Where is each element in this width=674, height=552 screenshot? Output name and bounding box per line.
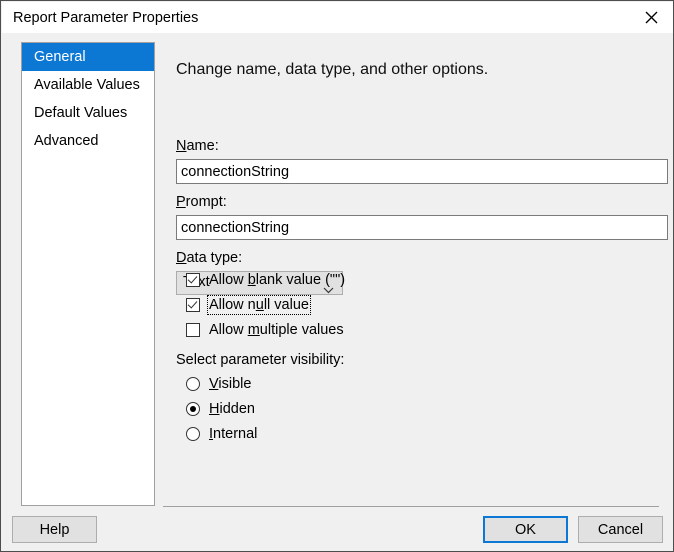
visibility-visible-label: Visible [209, 376, 252, 392]
ok-button[interactable]: OK [483, 516, 568, 543]
radio-box [186, 377, 200, 391]
radio-box [186, 427, 200, 441]
visibility-internal-label: Internal [209, 426, 258, 442]
help-button[interactable]: Help [12, 516, 97, 543]
close-icon[interactable] [629, 2, 673, 33]
visibility-radio-visible[interactable]: Visible [186, 376, 251, 392]
allow-blank-value-checkbox[interactable]: Allow blank value ("") [186, 272, 345, 288]
prompt-input[interactable] [176, 215, 668, 240]
visibility-radio-internal[interactable]: Internal [186, 426, 257, 442]
prompt-label: Prompt: [176, 194, 227, 210]
data-type-label: Data type: [176, 250, 243, 266]
allow-null-value-checkbox[interactable]: Allow null value [186, 295, 311, 315]
allow-multiple-values-checkbox[interactable]: Allow multiple values [186, 322, 344, 338]
sidebar-item-general[interactable]: General [22, 43, 154, 71]
visibility-radio-hidden[interactable]: Hidden [186, 401, 255, 417]
cancel-button[interactable]: Cancel [578, 516, 663, 543]
visibility-group-label: Select parameter visibility: [176, 352, 345, 368]
checkbox-box [186, 298, 200, 312]
content-pane: Change name, data type, and other option… [155, 33, 672, 550]
sidebar-item-default-values[interactable]: Default Values [22, 99, 154, 127]
checkbox-box [186, 323, 200, 337]
allow-null-value-label: Allow null value [207, 295, 311, 315]
checkbox-box [186, 273, 200, 287]
title-bar: Report Parameter Properties [2, 2, 673, 33]
footer-divider [163, 506, 659, 507]
category-list[interactable]: General Available Values Default Values … [21, 42, 155, 506]
name-input[interactable] [176, 159, 668, 184]
radio-box [186, 402, 200, 416]
allow-multiple-values-label: Allow multiple values [209, 322, 344, 338]
sidebar-item-available-values[interactable]: Available Values [22, 71, 154, 99]
window-title: Report Parameter Properties [13, 10, 199, 26]
visibility-hidden-label: Hidden [209, 401, 255, 417]
sidebar-item-advanced[interactable]: Advanced [22, 127, 154, 155]
name-label: Name: [176, 138, 219, 154]
report-parameter-properties-dialog: Report Parameter Properties General Avai… [0, 0, 674, 552]
allow-blank-value-label: Allow blank value ("") [209, 272, 346, 288]
page-title: Change name, data type, and other option… [176, 61, 489, 78]
